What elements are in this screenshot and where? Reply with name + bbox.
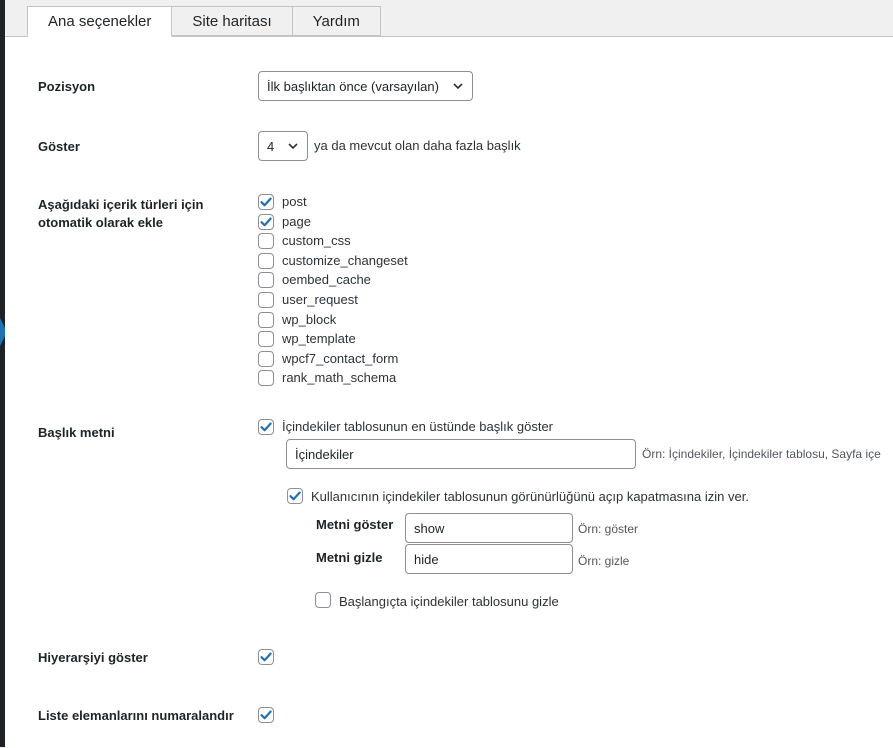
post-type-checkbox[interactable] <box>258 272 274 289</box>
post-type-checkbox[interactable] <box>258 311 274 328</box>
auto-insert-label: Aşağıdaki içerik türleri için otomatik o… <box>38 196 203 232</box>
allow-toggle-checkbox[interactable] <box>287 488 303 504</box>
chevron-down-icon <box>453 83 463 90</box>
show-label: Göster <box>38 139 80 154</box>
show-text-hint: Örn: göster <box>578 522 639 536</box>
show-count-select[interactable]: 4 <box>258 131 308 161</box>
numbering-checkbox[interactable] <box>258 707 274 723</box>
show-text-label: Metni göster <box>316 517 394 532</box>
heading-text-label: Başlık metni <box>38 425 115 440</box>
settings-tabs: Ana seçenekler Site haritası Yardım <box>27 6 381 37</box>
show-count-suffix: ya da mevcut olan daha fazla başlık <box>314 138 521 153</box>
post-type-label: customize_changeset <box>282 252 408 268</box>
show-count-value: 4 <box>267 138 275 154</box>
hierarchy-label: Hiyerarşiyi göster <box>38 650 148 665</box>
post-type-label: wp_template <box>282 331 356 347</box>
hierarchy-checkbox[interactable] <box>258 649 274 665</box>
checkmark-icon <box>260 710 272 720</box>
show-text-input[interactable]: show <box>405 513 573 543</box>
checkmark-icon <box>260 652 272 662</box>
show-heading-checkbox[interactable] <box>258 419 274 435</box>
checkmark-icon <box>289 491 301 501</box>
position-select[interactable]: İlk başlıktan önce (varsayılan) <box>258 71 473 101</box>
chevron-down-icon <box>288 143 298 150</box>
post-type-checkbox[interactable] <box>258 194 274 210</box>
checkmark-icon <box>260 422 272 432</box>
post-type-label: wpcf7_contact_form <box>282 350 399 366</box>
post-type-label: wp_block <box>282 311 337 327</box>
tab-main-options[interactable]: Ana seçenekler <box>27 6 173 37</box>
tab-sitemap[interactable]: Site haritası <box>171 6 293 36</box>
hide-text-hint: Örn: gizle <box>578 554 630 568</box>
post-type-label: user_request <box>282 291 358 307</box>
show-heading-label: İçindekiler tablosunun en üstünde başlık… <box>282 419 554 434</box>
post-type-checkbox[interactable] <box>258 233 274 250</box>
post-type-checkbox[interactable] <box>258 370 274 387</box>
post-type-label: page <box>282 213 311 229</box>
hide-initially-checkbox[interactable] <box>315 592 331 608</box>
position-label: Pozisyon <box>38 79 96 94</box>
post-type-label: oembed_cache <box>282 272 371 288</box>
post-type-label: custom_css <box>282 233 351 249</box>
checkmark-icon <box>260 197 272 207</box>
auto-insert-label-line1: Aşağıdaki içerik türleri için <box>38 197 204 212</box>
allow-toggle-label: Kullanıcının içindekiler tablosunun görü… <box>311 489 749 504</box>
heading-text-hint: Örn: İçindekiler, İçindekiler tablosu, S… <box>642 447 881 461</box>
settings-panel: Pozisyon İlk başlıktan önce (varsayılan)… <box>5 36 893 748</box>
heading-text-input[interactable]: İçindekiler <box>286 439 636 469</box>
post-type-label: rank_math_schema <box>282 370 397 386</box>
tab-help[interactable]: Yardım <box>291 6 381 36</box>
post-type-checkbox[interactable] <box>258 213 274 230</box>
hide-initially-label: Başlangıçta içindekiler tablosunu gizle <box>339 594 559 609</box>
post-type-checkbox[interactable] <box>258 331 274 348</box>
post-type-checkbox[interactable] <box>258 291 274 308</box>
post-type-label: post <box>282 194 307 209</box>
checkmark-icon <box>260 217 272 226</box>
numbering-label: Liste elemanlarını numaralandır <box>38 708 234 723</box>
hide-text-input[interactable]: hide <box>405 544 573 574</box>
hide-text-label: Metni gizle <box>316 550 383 565</box>
post-type-checkbox[interactable] <box>258 350 274 367</box>
post-type-checkbox[interactable] <box>258 252 274 269</box>
auto-insert-label-line2: otomatik olarak ekle <box>38 215 163 230</box>
position-selected-value: İlk başlıktan önce (varsayılan) <box>267 78 439 94</box>
